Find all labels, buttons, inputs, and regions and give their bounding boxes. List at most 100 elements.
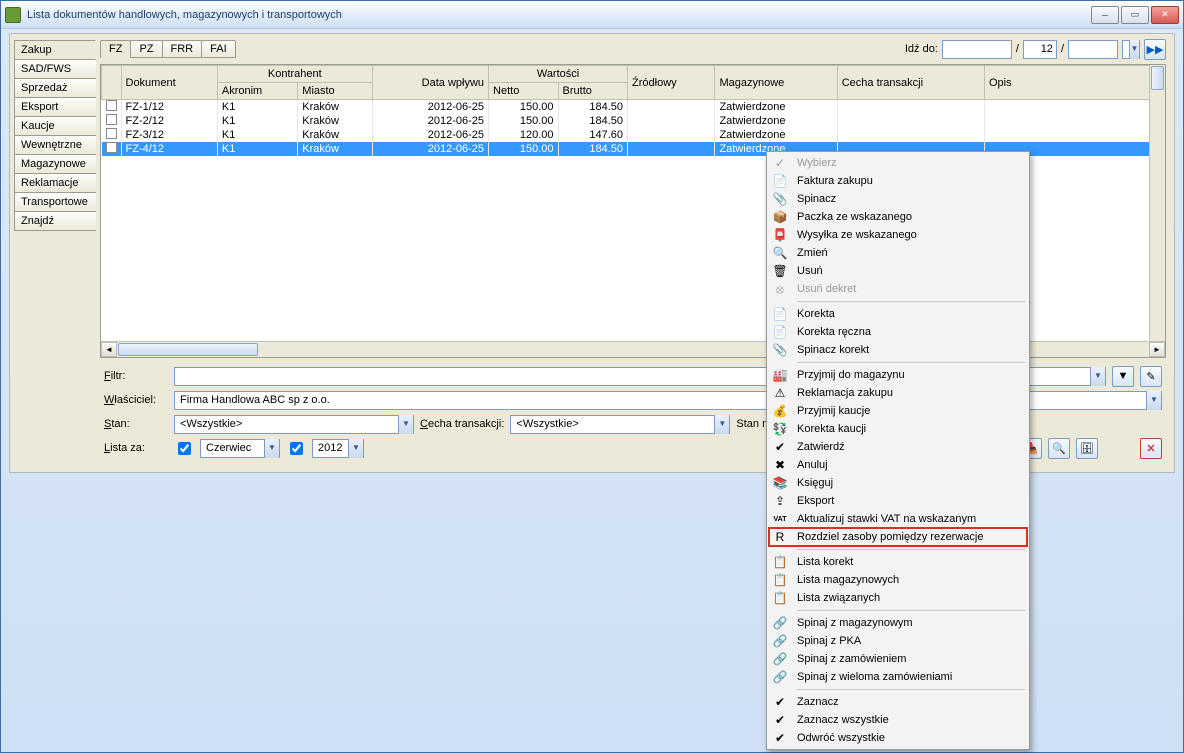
listaza-year-check[interactable] xyxy=(290,442,303,455)
menu-label: Paczka ze wskazanego xyxy=(797,211,912,223)
subtab-fai[interactable]: FAI xyxy=(201,40,236,58)
col-wartosci[interactable]: Wartości xyxy=(489,66,628,83)
menu-item[interactable]: 🔍Zmień xyxy=(769,244,1027,262)
menu-item[interactable]: RRozdziel zasoby pomiędzy rezerwacje xyxy=(769,528,1027,546)
menu-item[interactable]: 📋Lista korekt xyxy=(769,553,1027,571)
menu-item[interactable]: ✔Zatwierdź xyxy=(769,438,1027,456)
menu-icon: 📋 xyxy=(771,572,789,588)
state-combo[interactable]: <Wszystkie>▼ xyxy=(174,415,414,434)
menu-item[interactable]: 📚Księguj xyxy=(769,474,1027,492)
menu-item[interactable]: 📋 Lista magazynowych xyxy=(769,571,1027,589)
close-button[interactable]: ✕ xyxy=(1151,6,1179,24)
menu-item[interactable]: ✔Zaznacz wszystkie xyxy=(769,711,1027,729)
tool-btn-3[interactable]: 🗄 xyxy=(1076,438,1098,459)
menu-icon: 🔗 xyxy=(771,669,789,685)
sidetab-reklamacje[interactable]: Reklamacje xyxy=(14,173,96,193)
filter-edit-button[interactable]: ✎ xyxy=(1140,366,1162,387)
table-row[interactable]: FZ-1/12K1Kraków 2012-06-25150.00184.50 Z… xyxy=(102,100,1165,115)
menu-item[interactable]: 🔗Spinaj z zamówieniem xyxy=(769,650,1027,668)
menu-label: Korekta ręczna xyxy=(797,326,871,338)
sidetab-sprzedaż[interactable]: Sprzedaż xyxy=(14,78,96,98)
sidetab-transportowe[interactable]: Transportowe xyxy=(14,192,96,212)
menu-label: Spinacz korekt xyxy=(797,344,869,356)
col-opis[interactable]: Opis xyxy=(985,66,1165,100)
menu-item[interactable]: 🗑Usuń xyxy=(769,262,1027,280)
menu-label: Lista magazynowych xyxy=(797,574,899,586)
sidetab-kaucje[interactable]: Kaucje xyxy=(14,116,96,136)
menu-label: Spinaj z magazynowym xyxy=(797,617,913,629)
sidetab-eksport[interactable]: Eksport xyxy=(14,97,96,117)
goto-go-button[interactable]: ▶▶ xyxy=(1144,39,1166,60)
cecha-combo[interactable]: <Wszystkie>▼ xyxy=(510,415,730,434)
sidetab-znajdź[interactable]: Znajdź xyxy=(14,211,96,231)
col-netto[interactable]: Netto xyxy=(489,83,559,100)
menu-item[interactable]: 📄 Korekta ręczna xyxy=(769,323,1027,341)
menu-item[interactable]: 📄Korekta xyxy=(769,305,1027,323)
menu-item[interactable]: 💰Przyjmij kaucje xyxy=(769,402,1027,420)
menu-icon: ✖ xyxy=(771,457,789,473)
listaza-month-check[interactable] xyxy=(178,442,191,455)
window-title: Lista dokumentów handlowych, magazynowyc… xyxy=(27,9,1091,21)
subtab-pz[interactable]: PZ xyxy=(130,40,162,58)
goto-third-input[interactable] xyxy=(1068,40,1118,59)
goto-second-input[interactable] xyxy=(1023,40,1057,59)
menu-item[interactable]: ⇪Eksport xyxy=(769,492,1027,510)
restore-button[interactable]: ▭ xyxy=(1121,6,1149,24)
menu-item[interactable]: 🔗Spinaj z PKA xyxy=(769,632,1027,650)
context-menu[interactable]: ✓Wybierz📄Faktura zakupu📎Spinacz📦Paczka z… xyxy=(766,151,1030,750)
sidetab-sad/fws[interactable]: SAD/FWS xyxy=(14,59,96,79)
menu-item[interactable]: 📋 Lista związanych xyxy=(769,589,1027,607)
menu-item[interactable]: 🔗Spinaj z wieloma zamówieniami xyxy=(769,668,1027,686)
menu-item[interactable]: VATAktualizuj stawki VAT na wskazanym xyxy=(769,510,1027,528)
sidetab-zakup[interactable]: Zakup xyxy=(14,40,96,60)
close-panel-button[interactable]: ✕ xyxy=(1140,438,1162,459)
col-cecha[interactable]: Cecha transakcji xyxy=(837,66,984,100)
filter-apply-button[interactable]: ▼ xyxy=(1112,366,1134,387)
menu-icon: 💰 xyxy=(771,403,789,419)
menu-label: Wybierz xyxy=(797,157,837,169)
menu-item[interactable]: ✖Anuluj xyxy=(769,456,1027,474)
menu-item[interactable]: 💱Korekta kaucji xyxy=(769,420,1027,438)
menu-label: Wysyłka ze wskazanego xyxy=(797,229,917,241)
col-kontrahent[interactable]: Kontrahent xyxy=(217,66,372,83)
col-magazynowe[interactable]: Magazynowe xyxy=(715,66,837,100)
subtab-frr[interactable]: FRR xyxy=(162,40,203,58)
menu-icon: 📄 xyxy=(771,324,789,340)
menu-label: Zaznacz wszystkie xyxy=(797,714,889,726)
tool-btn-2[interactable]: 🔍 xyxy=(1048,438,1070,459)
menu-icon: 📋 xyxy=(771,590,789,606)
menu-label: Lista związanych xyxy=(797,592,880,604)
state-label: Stan: xyxy=(104,418,168,430)
minimize-button[interactable]: ─ xyxy=(1091,6,1119,24)
listaza-year-combo[interactable]: 2012▼ xyxy=(312,439,364,458)
menu-item[interactable]: ✔Zaznacz xyxy=(769,693,1027,711)
goto-combo[interactable]: ▼ xyxy=(1122,40,1140,59)
sidetab-wewnętrzne[interactable]: Wewnętrzne xyxy=(14,135,96,155)
col-zrodlowy[interactable]: Źródłowy xyxy=(628,66,715,100)
goto-first-input[interactable] xyxy=(942,40,1012,59)
menu-item[interactable]: 📄Faktura zakupu xyxy=(769,172,1027,190)
menu-item[interactable]: ⚠Reklamacja zakupu xyxy=(769,384,1027,402)
menu-item[interactable]: 📮Wysyłka ze wskazanego xyxy=(769,226,1027,244)
col-miasto[interactable]: Miasto xyxy=(298,83,372,100)
menu-item[interactable]: 🔗Spinaj z magazynowym xyxy=(769,614,1027,632)
col-akronim[interactable]: Akronim xyxy=(217,83,297,100)
menu-item[interactable]: 📦Paczka ze wskazanego xyxy=(769,208,1027,226)
menu-item[interactable]: 📎Spinacz korekt xyxy=(769,341,1027,359)
menu-item[interactable]: 🏭Przyjmij do magazynu xyxy=(769,366,1027,384)
table-row[interactable]: FZ-2/12K1Kraków 2012-06-25150.00184.50 Z… xyxy=(102,114,1165,128)
col-dokument[interactable]: Dokument xyxy=(121,66,217,100)
menu-item[interactable]: ✔Odwróć wszystkie xyxy=(769,729,1027,747)
menu-icon: ⦻ xyxy=(771,281,789,297)
vertical-scrollbar[interactable] xyxy=(1149,65,1165,341)
menu-label: Spinaj z zamówieniem xyxy=(797,653,906,665)
listaza-month-combo[interactable]: Czerwiec▼ xyxy=(200,439,280,458)
table-row[interactable]: FZ-3/12K1Kraków 2012-06-25120.00147.60 Z… xyxy=(102,128,1165,142)
menu-icon: 📄 xyxy=(771,306,789,322)
col-data[interactable]: Data wpływu xyxy=(372,66,488,100)
col-brutto[interactable]: Brutto xyxy=(558,83,628,100)
titlebar[interactable]: Lista dokumentów handlowych, magazynowyc… xyxy=(1,1,1183,29)
menu-item[interactable]: 📎Spinacz xyxy=(769,190,1027,208)
subtab-fz[interactable]: FZ xyxy=(100,40,131,58)
sidetab-magazynowe[interactable]: Magazynowe xyxy=(14,154,96,174)
